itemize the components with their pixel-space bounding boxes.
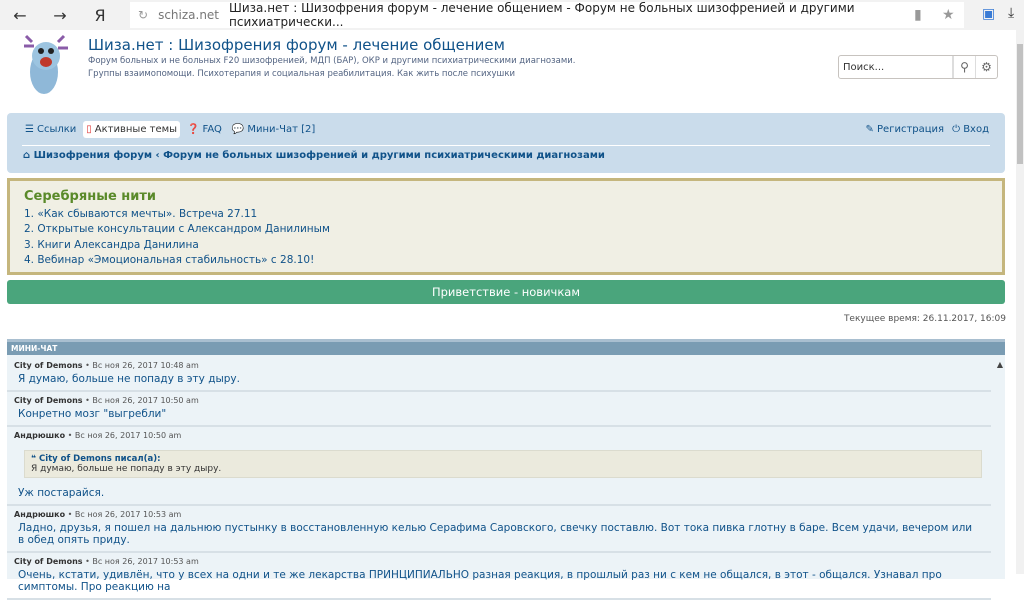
post-author[interactable]: City of Demons	[14, 557, 83, 566]
post-date: Вс ноя 26, 2017 10:53 am	[74, 510, 182, 519]
post-author[interactable]: Андрюшко	[14, 431, 65, 440]
register-link[interactable]: ✎ Регистрация	[865, 124, 944, 135]
nav-mini-chat[interactable]: 💬 Мини-Чат [2]	[229, 121, 318, 138]
back-button[interactable]: ←	[0, 6, 40, 25]
url-domain: schiza.net	[158, 8, 220, 22]
site-description: Форум больных и не больных F20 шизофрени…	[88, 56, 576, 79]
navbar: ☰ Ссылки ▯ Активные темы ❓ FAQ 💬 Мини-Чат [2…	[7, 113, 1005, 173]
post-text: Конретно мозг "выгребли"	[18, 408, 167, 420]
chat-post: City of Demons • Вс ноя 26, 2017 10:48 a…	[7, 357, 991, 392]
home-icon: ⌂	[23, 150, 31, 161]
scrollbar-thumb[interactable]	[1017, 44, 1023, 164]
browser-toolbar: ← → Я ↻ schiza.net Шиза.нет : Шизофрения…	[0, 0, 1024, 30]
post-text: Уж постарайся.	[18, 487, 105, 499]
nav-faq-label: FAQ	[202, 124, 222, 135]
post-date: Вс ноя 26, 2017 10:48 am	[92, 361, 199, 370]
extension-icon[interactable]: ▣	[982, 6, 995, 22]
announcement-box: Серебряные нити 1. «Как сбываются мечты»…	[7, 178, 1005, 275]
page-title-in-bar: Шиза.нет : Шизофрения форум - лечение об…	[229, 1, 855, 29]
reload-icon[interactable]: ↻	[138, 8, 148, 22]
quote-author: City of Demons писал(а):	[38, 454, 161, 464]
file-icon: ▯	[86, 124, 92, 135]
nav-divider	[22, 145, 990, 146]
address-bar[interactable]: ↻ schiza.net Шиза.нет : Шизофрения форум…	[130, 1, 964, 29]
announcement-item[interactable]: 1. «Как сбываются мечты». Встреча 27.11	[24, 207, 988, 222]
nav-active-label: Активные темы	[94, 124, 178, 135]
announcement-item[interactable]: 4. Вебинар «Эмоциональная стабильность» …	[24, 253, 988, 268]
post-text: Очень, кстати, удивлён, что у всех на од…	[18, 569, 942, 593]
post-author[interactable]: Андрюшко	[14, 510, 65, 519]
chat-post: Андрюшко • Вс ноя 26, 2017 10:50 am ❝ Ci…	[7, 427, 991, 506]
scroll-up-icon[interactable]: ▲	[997, 360, 1003, 369]
nav-chat-label: Мини-Чат [2]	[247, 124, 316, 135]
chat-post: City of Demons • Вс ноя 26, 2017 10:50 a…	[7, 392, 991, 427]
search-icon[interactable]: ⚲	[953, 56, 975, 78]
announcement-item[interactable]: 2. Открытые консультации с Александром Д…	[24, 222, 988, 237]
post-date: Вс ноя 26, 2017 10:50 am	[74, 431, 182, 440]
question-icon: ❓	[187, 124, 200, 135]
nav-links[interactable]: ☰ Ссылки	[22, 121, 79, 138]
site-title[interactable]: Шиза.нет : Шизофрения форум - лечение об…	[88, 36, 505, 54]
nav-links-label: Ссылки	[36, 124, 77, 135]
chat-post: Андрюшко • Вс ноя 26, 2017 10:53 am Ладн…	[7, 506, 991, 553]
breadcrumb-forum[interactable]: Форум не больных шизофренией и другими п…	[163, 150, 605, 161]
post-date: Вс ноя 26, 2017 10:50 am	[92, 396, 199, 405]
page-scrollbar[interactable]	[1016, 30, 1024, 574]
menu-icon: ☰	[25, 124, 34, 135]
quote-text: Я думаю, больше не попаду в эту дыру.	[31, 464, 222, 474]
post-author[interactable]: City of Demons	[14, 396, 83, 405]
nav-faq[interactable]: ❓ FAQ	[184, 121, 225, 138]
post-date: Вс ноя 26, 2017 10:53 am	[92, 557, 199, 566]
bookmark-star-icon[interactable]: ★	[942, 7, 955, 23]
chat-post: City of Demons • Вс ноя 26, 2017 10:53 a…	[7, 553, 991, 600]
quote-block: ❝ City of Demons писал(а): Я думаю, боль…	[24, 450, 982, 478]
mini-chat-title: МИНИ-ЧАТ	[7, 342, 1005, 355]
login-link[interactable]: ⏻ Вход	[952, 124, 989, 135]
yandex-button[interactable]: Я	[80, 6, 120, 25]
search-input[interactable]: Поиск...	[839, 56, 953, 78]
chat-icon: 💬	[231, 124, 245, 135]
site-logo[interactable]	[14, 32, 74, 98]
breadcrumb: ⌂ Шизофрения форум ‹ Форум не больных ши…	[23, 150, 605, 161]
post-author[interactable]: City of Demons	[14, 361, 83, 370]
login-label: Вход	[963, 124, 989, 135]
power-icon: ⏻	[952, 124, 960, 135]
nav-active-topics[interactable]: ▯ Активные темы	[83, 121, 181, 138]
mini-chat: МИНИ-ЧАТ ▲ City of Demons • Вс ноя 26, 2…	[7, 339, 1005, 600]
quote-icon: ❝	[31, 454, 36, 464]
announcement-item[interactable]: 3. Книги Александра Данилина	[24, 238, 988, 253]
breadcrumb-home[interactable]: Шизофрения форум	[34, 150, 152, 161]
download-icon[interactable]: ⤓	[1008, 5, 1014, 21]
edit-icon: ✎	[865, 124, 874, 135]
chat-posts: City of Demons • Вс ноя 26, 2017 10:48 a…	[7, 357, 991, 600]
gear-icon[interactable]: ⚙	[975, 56, 997, 78]
forward-button[interactable]: →	[40, 6, 80, 25]
current-time: Текущее время: 26.11.2017, 16:09	[843, 314, 1006, 324]
post-text: Я думаю, больше не попаду в эту дыру.	[18, 373, 240, 385]
reader-icon[interactable]: ▮	[914, 7, 922, 23]
search-box: Поиск... ⚲ ⚙	[838, 55, 998, 79]
welcome-banner[interactable]: Приветствие - новичкам	[7, 280, 1005, 304]
announcement-title: Серебряные нити	[24, 189, 157, 204]
post-text: Ладно, друзья, я пошел на дальнюю пустын…	[18, 522, 973, 546]
register-label: Регистрация	[877, 124, 945, 135]
